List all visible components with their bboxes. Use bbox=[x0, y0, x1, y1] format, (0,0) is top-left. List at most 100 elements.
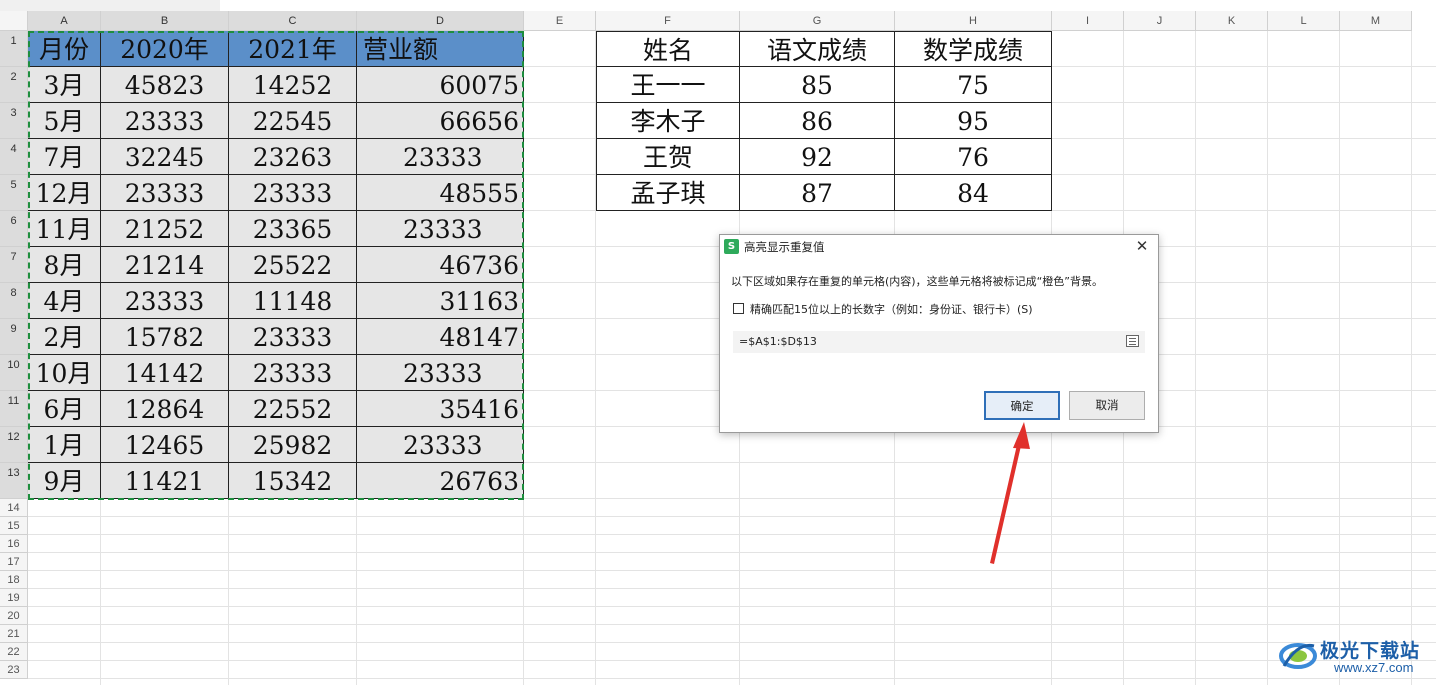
row-header-8[interactable]: 8 bbox=[0, 283, 28, 319]
table-cell[interactable]: 5月 bbox=[28, 103, 101, 139]
table-cell[interactable]: 11421 bbox=[101, 463, 229, 499]
table-cell[interactable]: 11148 bbox=[229, 283, 357, 319]
table-cell[interactable]: 10月 bbox=[28, 355, 101, 391]
table-cell[interactable]: 22545 bbox=[229, 103, 357, 139]
table-cell[interactable]: 60075 bbox=[357, 67, 524, 103]
table-cell[interactable]: 66656 bbox=[357, 103, 524, 139]
column-header-m[interactable]: M bbox=[1340, 11, 1412, 31]
long-number-checkbox[interactable] bbox=[733, 303, 744, 314]
table-cell[interactable]: 75 bbox=[895, 67, 1052, 103]
table-cell[interactable]: 87 bbox=[740, 175, 895, 211]
table-cell[interactable]: 85 bbox=[740, 67, 895, 103]
column-header-l[interactable]: L bbox=[1268, 11, 1340, 31]
table-cell[interactable]: 25982 bbox=[229, 427, 357, 463]
table-cell[interactable]: 2月 bbox=[28, 319, 101, 355]
table-cell[interactable]: 21252 bbox=[101, 211, 229, 247]
row-header-6[interactable]: 6 bbox=[0, 211, 28, 247]
header-cell[interactable]: 数学成绩 bbox=[895, 31, 1052, 67]
column-header-j[interactable]: J bbox=[1124, 11, 1196, 31]
row-header-10[interactable]: 10 bbox=[0, 355, 28, 391]
row-header-21[interactable]: 21 bbox=[0, 625, 28, 643]
column-header-e[interactable]: E bbox=[524, 11, 596, 31]
table-cell[interactable]: 45823 bbox=[101, 67, 229, 103]
row-header-2[interactable]: 2 bbox=[0, 67, 28, 103]
table-cell[interactable]: 95 bbox=[895, 103, 1052, 139]
table-cell[interactable]: 6月 bbox=[28, 391, 101, 427]
table-cell[interactable]: 32245 bbox=[101, 139, 229, 175]
table-cell[interactable]: 35416 bbox=[357, 391, 524, 427]
table-cell[interactable]: 1月 bbox=[28, 427, 101, 463]
table-cell[interactable]: 21214 bbox=[101, 247, 229, 283]
table-cell[interactable]: 84 bbox=[895, 175, 1052, 211]
column-header-i[interactable]: I bbox=[1052, 11, 1124, 31]
table-cell[interactable]: 92 bbox=[740, 139, 895, 175]
row-header-17[interactable]: 17 bbox=[0, 553, 28, 571]
column-header-b[interactable]: B bbox=[101, 11, 229, 31]
table-cell[interactable]: 14252 bbox=[229, 67, 357, 103]
table-cell[interactable]: 12465 bbox=[101, 427, 229, 463]
row-header-13[interactable]: 13 bbox=[0, 463, 28, 499]
row-header-1[interactable]: 1 bbox=[0, 31, 28, 67]
column-header-h[interactable]: H bbox=[895, 11, 1052, 31]
column-header-c[interactable]: C bbox=[229, 11, 357, 31]
table-cell[interactable]: 23333 bbox=[101, 103, 229, 139]
row-header-22[interactable]: 22 bbox=[0, 643, 28, 661]
header-cell[interactable]: 营业额 bbox=[357, 31, 524, 67]
row-header-11[interactable]: 11 bbox=[0, 391, 28, 427]
long-number-checkbox-label[interactable]: 精确匹配15位以上的长数字（例如：身份证、银行卡）(S) bbox=[750, 301, 1033, 317]
table-cell[interactable]: 李木子 bbox=[596, 103, 740, 139]
row-header-9[interactable]: 9 bbox=[0, 319, 28, 355]
ok-button[interactable]: 确定 bbox=[984, 391, 1060, 420]
table-cell[interactable]: 8月 bbox=[28, 247, 101, 283]
header-cell[interactable]: 姓名 bbox=[596, 31, 740, 67]
table-cell[interactable]: 22552 bbox=[229, 391, 357, 427]
row-header-23[interactable]: 23 bbox=[0, 661, 28, 679]
close-icon[interactable]: ✕ bbox=[1132, 236, 1152, 256]
table-cell[interactable]: 23333 bbox=[357, 139, 524, 175]
column-header-g[interactable]: G bbox=[740, 11, 895, 31]
table-cell[interactable]: 王贺 bbox=[596, 139, 740, 175]
row-header-5[interactable]: 5 bbox=[0, 175, 28, 211]
table-cell[interactable]: 15342 bbox=[229, 463, 357, 499]
header-cell[interactable]: 2021年 bbox=[229, 31, 357, 67]
range-input[interactable]: =$A$1:$D$13 bbox=[733, 331, 1145, 353]
table-cell[interactable]: 14142 bbox=[101, 355, 229, 391]
row-header-7[interactable]: 7 bbox=[0, 247, 28, 283]
table-cell[interactable]: 3月 bbox=[28, 67, 101, 103]
row-header-20[interactable]: 20 bbox=[0, 607, 28, 625]
select-all-corner[interactable] bbox=[0, 11, 28, 31]
row-header-4[interactable]: 4 bbox=[0, 139, 28, 175]
table-cell[interactable]: 9月 bbox=[28, 463, 101, 499]
table-cell[interactable]: 王一一 bbox=[596, 67, 740, 103]
table-cell[interactable]: 86 bbox=[740, 103, 895, 139]
table-cell[interactable]: 4月 bbox=[28, 283, 101, 319]
table-cell[interactable]: 23365 bbox=[229, 211, 357, 247]
table-cell[interactable]: 7月 bbox=[28, 139, 101, 175]
row-header-14[interactable]: 14 bbox=[0, 499, 28, 517]
row-header-3[interactable]: 3 bbox=[0, 103, 28, 139]
table-cell[interactable]: 12月 bbox=[28, 175, 101, 211]
row-header-18[interactable]: 18 bbox=[0, 571, 28, 589]
table-cell[interactable]: 孟子琪 bbox=[596, 175, 740, 211]
table-cell[interactable]: 23333 bbox=[229, 175, 357, 211]
table-cell[interactable]: 23333 bbox=[229, 355, 357, 391]
table-cell[interactable]: 48555 bbox=[357, 175, 524, 211]
row-header-16[interactable]: 16 bbox=[0, 535, 28, 553]
column-header-k[interactable]: K bbox=[1196, 11, 1268, 31]
table-cell[interactable]: 11月 bbox=[28, 211, 101, 247]
table-cell[interactable]: 26763 bbox=[357, 463, 524, 499]
cancel-button[interactable]: 取消 bbox=[1069, 391, 1145, 420]
header-cell[interactable]: 语文成绩 bbox=[740, 31, 895, 67]
range-picker-icon[interactable] bbox=[1126, 335, 1139, 347]
table-cell[interactable]: 23333 bbox=[101, 175, 229, 211]
table-cell[interactable]: 23333 bbox=[229, 319, 357, 355]
header-cell[interactable]: 月份 bbox=[28, 31, 101, 67]
table-cell[interactable]: 23333 bbox=[357, 355, 524, 391]
table-cell[interactable]: 23333 bbox=[101, 283, 229, 319]
column-header-a[interactable]: A bbox=[28, 11, 101, 31]
table-cell[interactable]: 31163 bbox=[357, 283, 524, 319]
header-cell[interactable]: 2020年 bbox=[101, 31, 229, 67]
table-cell[interactable]: 76 bbox=[895, 139, 1052, 175]
table-cell[interactable]: 15782 bbox=[101, 319, 229, 355]
table-cell[interactable]: 23333 bbox=[357, 427, 524, 463]
